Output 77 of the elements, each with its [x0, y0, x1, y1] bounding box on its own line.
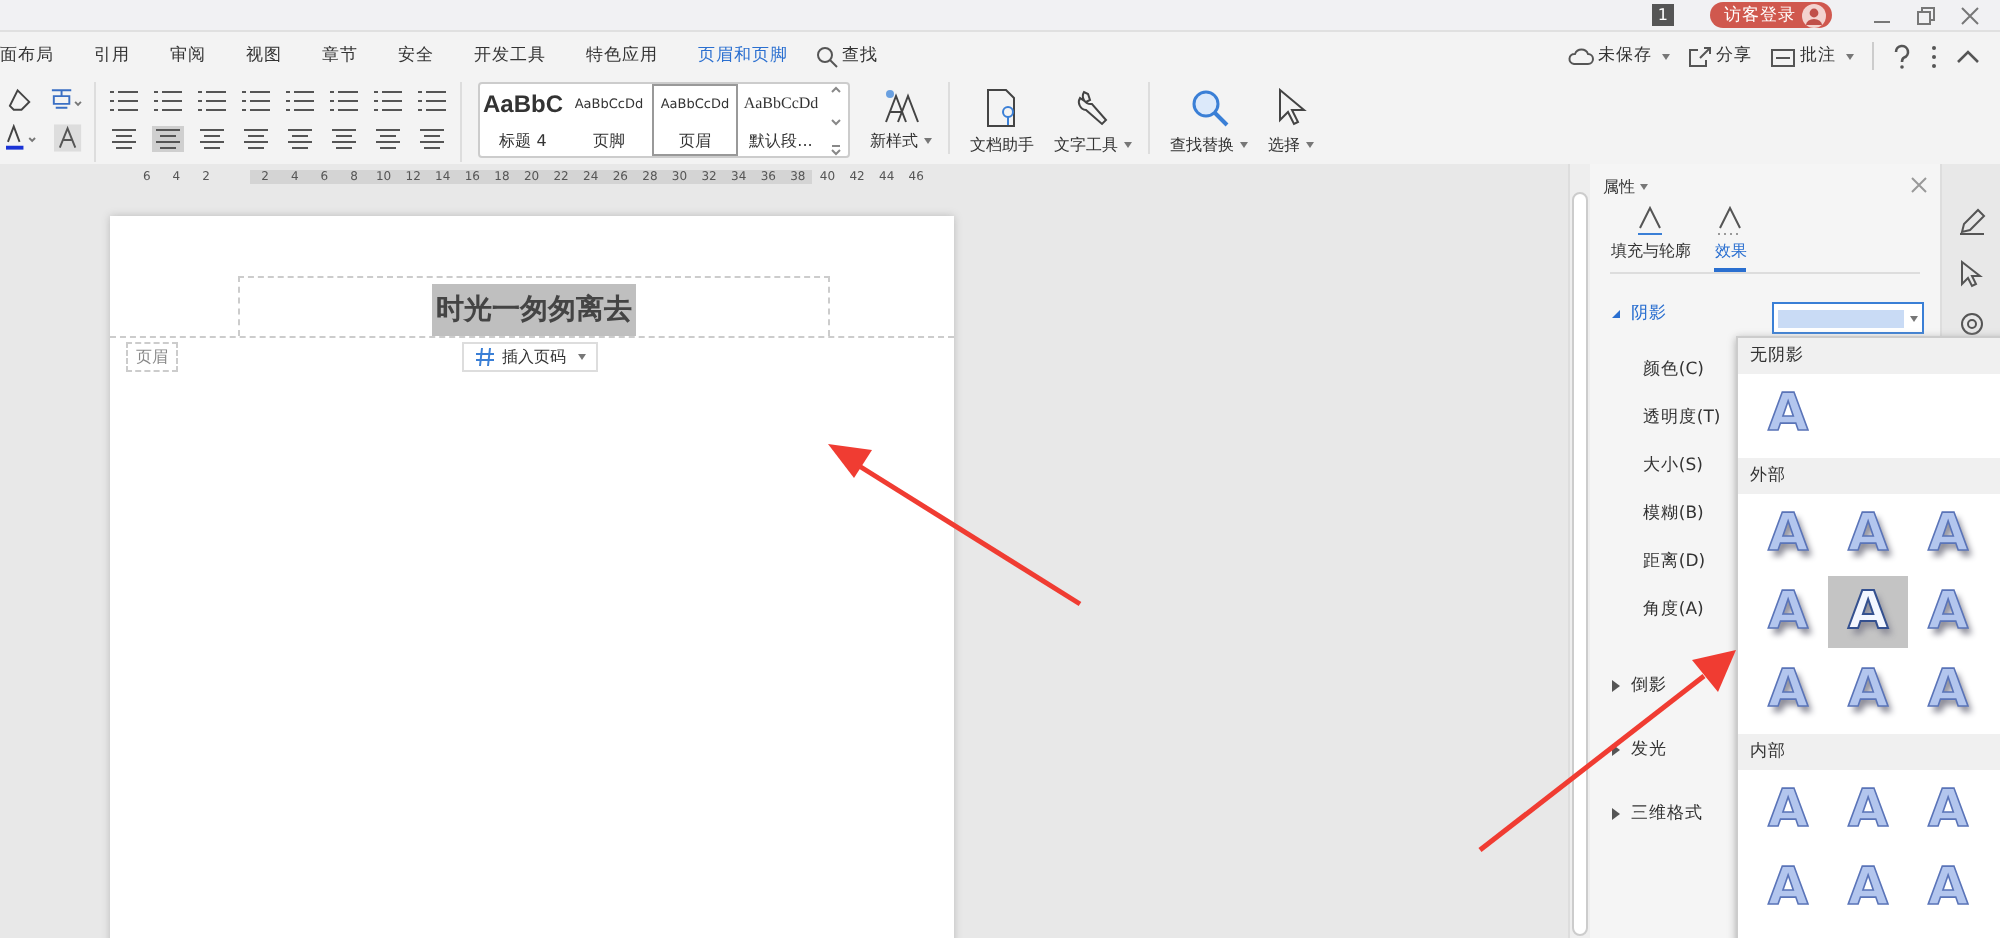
toolbar-action[interactable]: 未保存	[1568, 44, 1670, 68]
list-icon[interactable]	[108, 87, 140, 113]
panel-tab[interactable]: 效果	[1714, 206, 1747, 272]
panel-tab[interactable]: 填充与轮廓	[1610, 206, 1691, 272]
gallery-heading: 外部	[1738, 458, 2000, 494]
menu-tab[interactable]: 引用	[74, 34, 150, 78]
ribbon-tool[interactable]: 文字工具	[1054, 82, 1132, 156]
style-item[interactable]: AaBbCcDd 默认段...	[738, 84, 824, 156]
close-icon[interactable]	[1960, 5, 1980, 25]
collapse-icon[interactable]	[1956, 48, 1980, 64]
gallery-heading: 无阴影	[1738, 338, 2000, 374]
login-button[interactable]: 访客登录	[1710, 2, 1832, 28]
ribbon-tool[interactable]: 新样式	[870, 82, 932, 152]
field-label: 距离(D)	[1642, 552, 1706, 574]
hash-icon	[474, 346, 496, 368]
cursor-icon[interactable]	[1959, 260, 1984, 288]
toolbar-action[interactable]: 批注	[1770, 44, 1854, 68]
help-icon[interactable]	[1892, 43, 1912, 69]
close-icon[interactable]	[1910, 176, 1929, 194]
menu-tab[interactable]: 面布局	[0, 34, 74, 78]
header-text: 时光一匆匆离去	[432, 284, 636, 336]
char-shading-icon[interactable]	[54, 124, 82, 152]
menu-tab[interactable]: 开发工具	[454, 34, 566, 78]
menu-tab[interactable]: 特色应用	[566, 34, 678, 78]
style-name: 页脚	[593, 130, 625, 152]
menu-tab[interactable]: 视图	[226, 34, 302, 78]
insert-page-number-button[interactable]: 插入页码	[462, 342, 598, 372]
pen-icon[interactable]	[1957, 208, 1986, 236]
menu-tab[interactable]: 审阅	[150, 34, 226, 78]
wrench-icon	[1075, 88, 1111, 128]
document-icon	[984, 88, 1020, 128]
header-label: 页眉	[126, 342, 178, 372]
style-item[interactable]: AaBbC 标题 4	[480, 84, 566, 156]
shadow-dropdown[interactable]	[1772, 302, 1925, 334]
field-label: 颜色(C)	[1642, 360, 1704, 382]
eraser-icon[interactable]	[6, 86, 34, 114]
style-name: 默认段...	[749, 130, 813, 152]
search-icon	[1189, 88, 1229, 128]
align-center-icon[interactable]	[152, 125, 184, 151]
search-button[interactable]: 查找	[808, 34, 898, 78]
cursor-icon	[1275, 88, 1307, 128]
style-name: 标题 4	[499, 130, 547, 152]
new-style-icon	[881, 88, 921, 124]
field-label: 角度(A)	[1642, 600, 1704, 622]
field-label: 模糊(B)	[1642, 504, 1704, 526]
section-toggle[interactable]: 发光	[1602, 738, 1667, 762]
cloud-icon	[1568, 45, 1594, 67]
section-toggle[interactable]: 阴影	[1602, 302, 1667, 326]
menu-tab[interactable]: 安全	[378, 34, 454, 78]
style-name: 页眉	[679, 130, 711, 152]
font-color-icon[interactable]	[6, 124, 41, 152]
scrollbar-thumb[interactable]	[1572, 192, 1589, 936]
section-toggle[interactable]: 倒影	[1602, 674, 1667, 698]
ribbon-tool[interactable]: 查找替换	[1170, 82, 1248, 156]
gallery-heading: 内部	[1738, 734, 2000, 770]
effect-icon	[1716, 206, 1745, 236]
share-icon	[1688, 45, 1712, 67]
location-icon[interactable]	[1957, 312, 1986, 340]
avatar-icon	[1802, 3, 1826, 27]
restore-icon[interactable]	[1916, 5, 1936, 25]
section-toggle[interactable]: 三维格式	[1602, 802, 1703, 826]
fill-outline-icon	[1636, 206, 1665, 236]
field-label: 大小(S)	[1642, 456, 1703, 478]
field-label: 透明度(T)	[1642, 408, 1721, 430]
toolbar-action[interactable]: 分享	[1688, 44, 1752, 68]
header-area[interactable]: 时光一匆匆离去	[238, 276, 830, 336]
ribbon-tool[interactable]: 选择	[1268, 82, 1314, 156]
panel-title[interactable]: 属性	[1602, 176, 1649, 198]
search-icon	[816, 45, 838, 67]
window-count-badge: 1	[1651, 4, 1674, 26]
menu-tab[interactable]: 页眉和页脚	[678, 34, 808, 78]
comment-icon	[1770, 45, 1796, 67]
style-sample: AaBbCcDd	[743, 92, 819, 116]
menu-tab[interactable]: 章节	[302, 34, 378, 78]
more-icon[interactable]	[1930, 43, 1938, 69]
ribbon-tool[interactable]: 文档助手	[970, 82, 1034, 156]
style-sample: AaBbC	[482, 90, 563, 118]
